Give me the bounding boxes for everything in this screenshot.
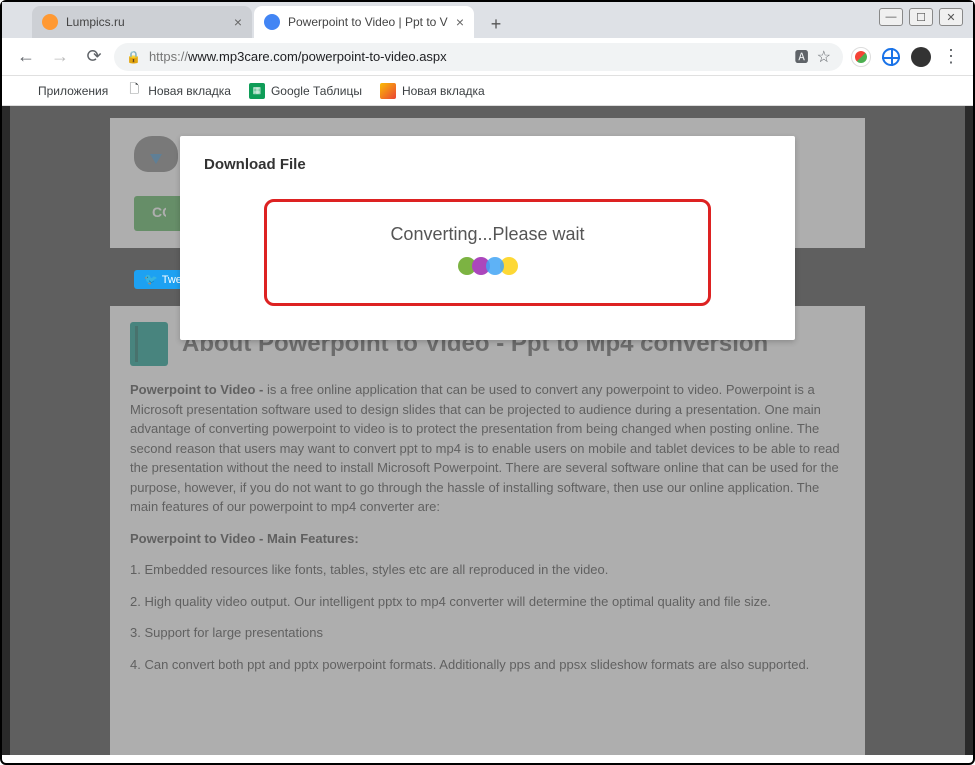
apps-icon	[16, 83, 32, 99]
back-button[interactable]: ←	[12, 43, 40, 71]
bookmark-label: Новая вкладка	[402, 84, 485, 98]
loading-spinner-icon	[287, 257, 688, 275]
tab-favicon	[264, 14, 280, 30]
bookmarks-bar: Приложения 🗋 Новая вкладка ▦ Google Табл…	[2, 76, 973, 106]
browser-menu-button[interactable]: ⋮	[939, 45, 963, 69]
minimize-button[interactable]: —	[879, 8, 903, 26]
download-modal: Download File Converting...Please wait	[180, 136, 795, 340]
tabstrip: Lumpics.ru × Powerpoint to Video | Ppt t…	[2, 2, 973, 38]
new-tab-button[interactable]: +	[482, 10, 510, 38]
tab-favicon	[42, 14, 58, 30]
status-text: Converting...Please wait	[287, 224, 688, 245]
maximize-button[interactable]: ☐	[909, 8, 933, 26]
bookmark-label: Google Таблицы	[271, 84, 362, 98]
file-icon: 🗋	[126, 83, 142, 99]
bookmark-item[interactable]: Новая вкладка	[380, 83, 485, 99]
globe-extension-icon[interactable]	[879, 45, 903, 69]
image-icon	[380, 83, 396, 99]
tab-title: Lumpics.ru	[66, 15, 226, 29]
close-tab-icon[interactable]: ×	[456, 14, 464, 30]
address-bar: ← → ⟳ 🔒 https://www.mp3care.com/powerpoi…	[2, 38, 973, 76]
sheets-icon: ▦	[249, 83, 265, 99]
bookmark-star-icon[interactable]: ☆	[817, 47, 831, 67]
conversion-status-box: Converting...Please wait	[264, 199, 711, 306]
apps-label: Приложения	[38, 84, 108, 98]
forward-button[interactable]: →	[46, 43, 74, 71]
adguard-extension-icon[interactable]	[849, 45, 873, 69]
page-content: CONVERT About Powerpoint to Video - Ppt …	[2, 106, 973, 755]
modal-title: Download File	[204, 156, 771, 173]
url-text: https://www.mp3care.com/powerpoint-to-vi…	[149, 49, 787, 64]
close-tab-icon[interactable]: ×	[234, 14, 242, 30]
apps-button[interactable]: Приложения	[16, 83, 108, 99]
close-window-button[interactable]: ✕	[939, 8, 963, 26]
bookmark-item[interactable]: 🗋 Новая вкладка	[126, 83, 231, 99]
tab-powerpoint-to-video[interactable]: Powerpoint to Video | Ppt to Vid ×	[254, 6, 474, 38]
twitter-icon: 🐦	[144, 273, 158, 286]
lock-icon: 🔒	[126, 50, 141, 64]
tab-title: Powerpoint to Video | Ppt to Vid	[288, 15, 448, 29]
profile-avatar[interactable]	[909, 45, 933, 69]
tab-lumpics[interactable]: Lumpics.ru ×	[32, 6, 252, 38]
bookmark-item[interactable]: ▦ Google Таблицы	[249, 83, 362, 99]
window-controls: — ☐ ✕	[879, 8, 963, 26]
bookmark-label: Новая вкладка	[148, 84, 231, 98]
reload-button[interactable]: ⟳	[80, 43, 108, 71]
url-field[interactable]: 🔒 https://www.mp3care.com/powerpoint-to-…	[114, 43, 843, 71]
translate-icon[interactable]: 🅰	[795, 47, 809, 67]
